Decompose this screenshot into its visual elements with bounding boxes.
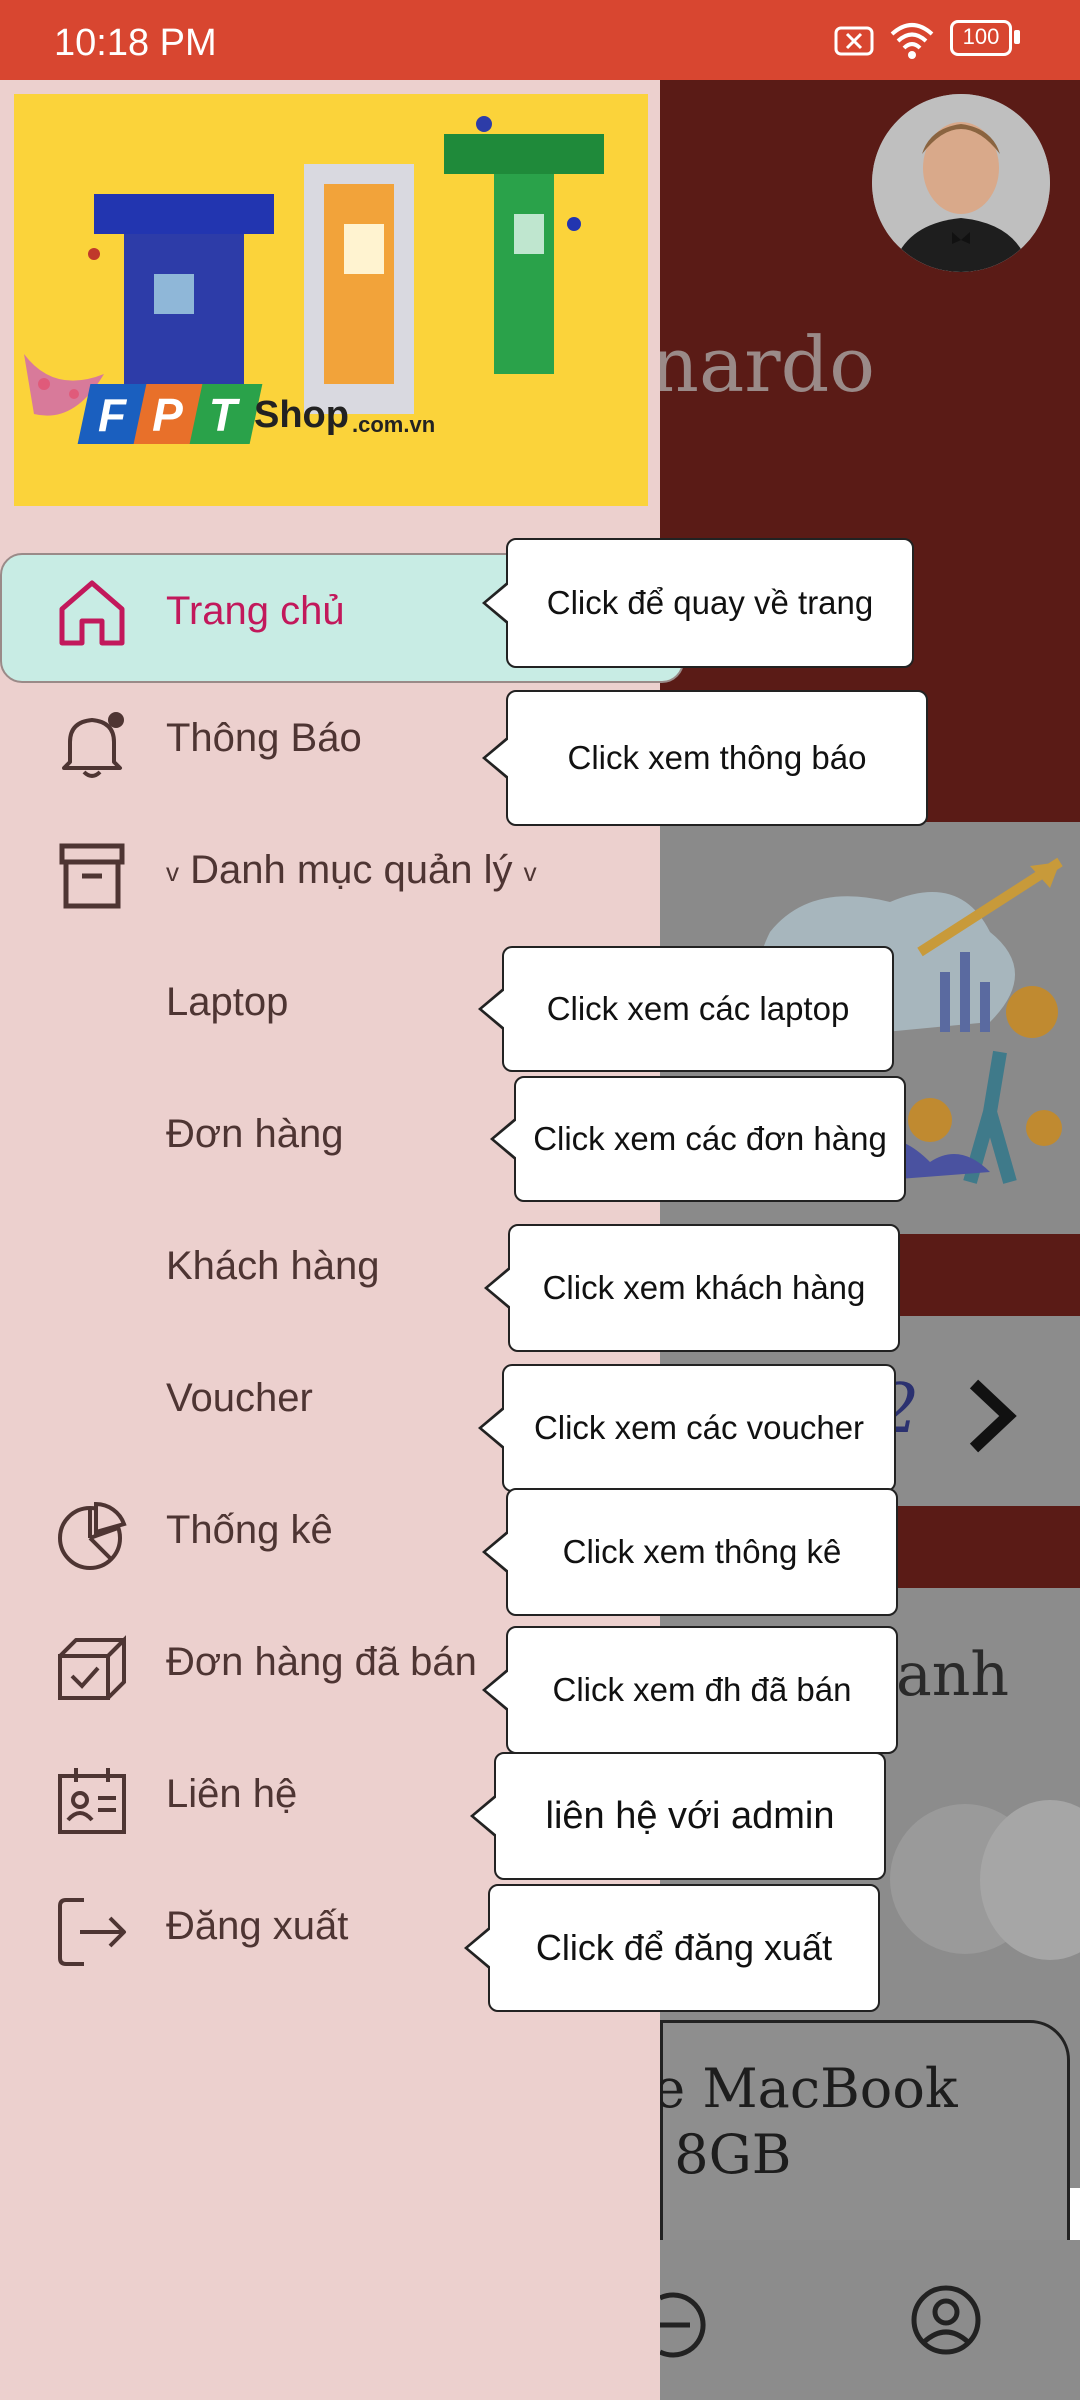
tooltip-contact-text: liên hệ với admin bbox=[545, 1794, 835, 1837]
battery-tip bbox=[1014, 30, 1020, 44]
tooltip-laptop-text: Click xem các laptop bbox=[546, 990, 850, 1027]
package-check-icon bbox=[58, 1635, 126, 1700]
wifi-icon bbox=[890, 23, 934, 59]
logout-icon bbox=[58, 1898, 126, 1966]
menu-label-stats: Thống kê bbox=[166, 1508, 333, 1552]
chevron-right-icon[interactable] bbox=[964, 1376, 1018, 1456]
archive-icon bbox=[59, 843, 125, 909]
menu-label-customers: Khách hàng bbox=[166, 1244, 380, 1288]
menu-item-category[interactable]: v Danh mục quản lý v bbox=[0, 808, 660, 940]
product-title: le MacBook ) 8GB bbox=[660, 2057, 958, 2186]
tooltip-notifications-text: Click xem thông báo bbox=[567, 739, 867, 776]
shop-domain: .com.vn bbox=[352, 412, 436, 437]
shop-text: Shop bbox=[254, 394, 349, 436]
chevron-down-icon: v bbox=[523, 856, 537, 887]
tooltip-voucher: Click xem các voucher bbox=[478, 1364, 896, 1492]
home-icon bbox=[59, 580, 125, 646]
battery-level: 100 bbox=[962, 24, 1000, 49]
chart-nav-icon[interactable] bbox=[660, 2290, 710, 2360]
bottom-nav bbox=[660, 2240, 1080, 2400]
tooltip-stats: Click xem thông kê bbox=[482, 1488, 898, 1616]
tooltip-logout: Click để đăng xuất bbox=[464, 1884, 880, 2012]
user-name: nardo bbox=[660, 320, 875, 409]
tooltip-voucher-text: Click xem các voucher bbox=[533, 1409, 865, 1446]
tooltip-sold-orders-text: Click xem đh đã bán bbox=[552, 1671, 852, 1708]
menu-label-voucher: Voucher bbox=[166, 1376, 313, 1420]
tooltip-orders: Click xem các đơn hàng bbox=[490, 1076, 906, 1202]
menu-label-home: Trang chủ bbox=[166, 589, 345, 633]
logo-text: FPT bbox=[98, 389, 263, 441]
tooltip-orders-text: Click xem các đơn hàng bbox=[533, 1120, 887, 1157]
menu-label-sold-orders: Đơn hàng đã bán bbox=[166, 1640, 477, 1684]
menu-label-orders: Đơn hàng bbox=[166, 1112, 344, 1156]
fpt-shop-banner: FPT Shop .com.vn bbox=[14, 94, 648, 506]
menu-label-logout: Đăng xuất bbox=[166, 1904, 349, 1948]
tooltip-sold-orders: Click xem đh đã bán bbox=[482, 1626, 898, 1754]
tooltip-customers: Click xem khách hàng bbox=[484, 1224, 900, 1352]
section-title: anh bbox=[896, 1640, 1010, 1710]
menu-label-category: v Danh mục quản lý v bbox=[166, 848, 537, 893]
tooltip-contact: liên hệ với admin bbox=[470, 1752, 886, 1880]
menu-label-laptop: Laptop bbox=[166, 980, 289, 1024]
tooltip-stats-text: Click xem thông kê bbox=[562, 1533, 842, 1570]
status-time: 10:18 PM bbox=[54, 22, 217, 64]
chevron-down-icon: v bbox=[166, 856, 179, 887]
profile-nav-icon[interactable] bbox=[910, 2284, 982, 2356]
menu-label-notifications: Thông Báo bbox=[166, 716, 362, 760]
category-text: Danh mục quản lý bbox=[190, 848, 513, 892]
tooltip-home-text: Click để quay về trang bbox=[546, 584, 874, 621]
tooltip-notifications: Click xem thông báo bbox=[482, 690, 928, 826]
status-bar: 10:18 PM 100 bbox=[0, 0, 1080, 80]
tooltip-logout-text: Click để đăng xuất bbox=[535, 1927, 833, 1968]
tooltip-customers-text: Click xem khách hàng bbox=[542, 1269, 866, 1306]
tooltip-laptop: Click xem các laptop bbox=[478, 946, 894, 1072]
menu-label-contact: Liên hệ bbox=[166, 1772, 298, 1816]
bell-icon bbox=[62, 712, 124, 778]
sim-off-icon bbox=[834, 26, 874, 56]
avatar bbox=[872, 94, 1050, 272]
battery-icon: 100 bbox=[950, 20, 1012, 56]
pie-chart-icon bbox=[58, 1501, 127, 1570]
tooltip-home: Click để quay về trang bbox=[482, 538, 914, 668]
contact-card-icon bbox=[58, 1768, 126, 1834]
